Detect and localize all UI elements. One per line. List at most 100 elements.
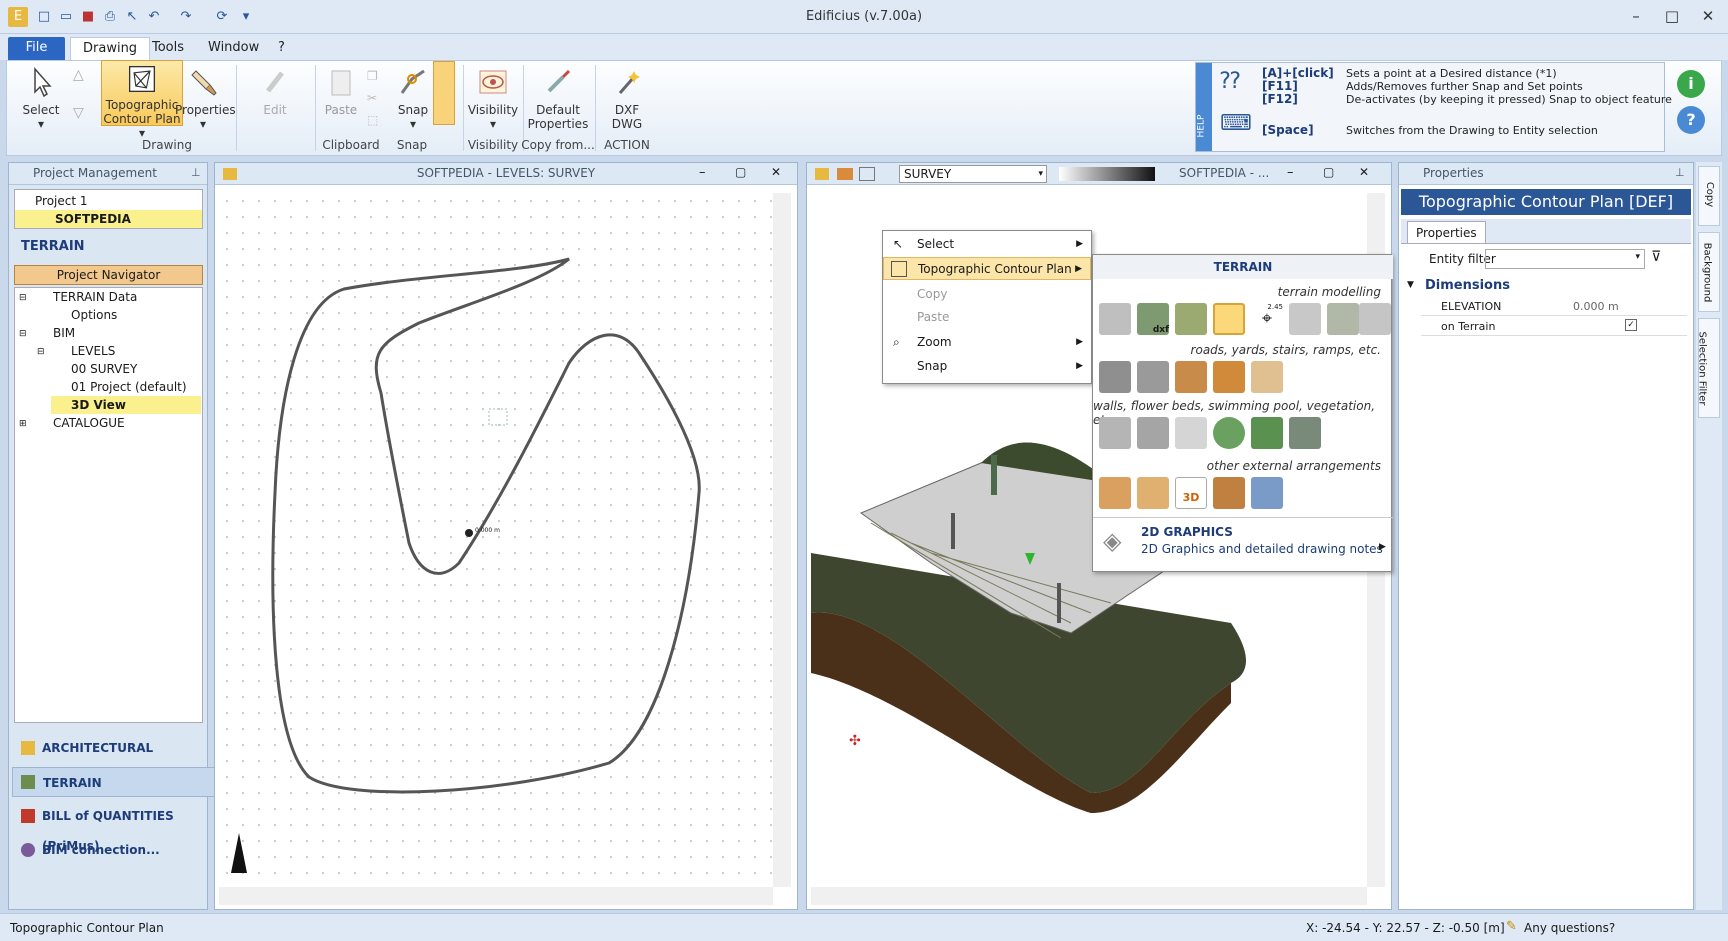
tree-3d-view[interactable]: 3D View xyxy=(51,396,201,414)
tree-options[interactable]: Options xyxy=(71,306,117,324)
view3d-minimize-button[interactable]: – xyxy=(1287,165,1294,180)
visibility-button[interactable]: Visibility ▾ xyxy=(465,65,521,131)
menu-item-topo[interactable]: Topographic Contour Plan ▶ xyxy=(883,257,1091,280)
view3d-maximize-button[interactable]: ▢ xyxy=(1323,165,1334,179)
topographic-contour-plan-button[interactable]: Topographic Contour Plan ▾ xyxy=(101,60,183,140)
tab-window[interactable]: Window xyxy=(196,37,271,60)
tab-file[interactable]: File xyxy=(8,37,65,60)
tab-tools[interactable]: Tools xyxy=(140,37,196,60)
graphics-2d-title[interactable]: 2D GRAPHICS xyxy=(1141,525,1233,539)
on-terrain-checkbox[interactable]: ✓ xyxy=(1625,319,1637,331)
properties-button[interactable]: Properties ▾ xyxy=(175,65,236,135)
edit-button[interactable]: Edit xyxy=(253,65,297,117)
view-minimize-button[interactable]: – xyxy=(699,165,706,180)
menu-item-zoom[interactable]: Zoom ▶ xyxy=(883,331,1091,354)
side-tab-background[interactable]: Background xyxy=(1698,232,1720,312)
up-arrow-icon[interactable]: △ xyxy=(73,67,84,83)
expand-icon[interactable]: ⊟ xyxy=(19,325,27,343)
view-close-button[interactable]: ✕ xyxy=(771,165,781,179)
horizontal-scrollbar-3d[interactable] xyxy=(811,887,1367,905)
terrain-tool-8[interactable] xyxy=(1359,303,1391,335)
default-properties-button[interactable]: Default Properties xyxy=(525,65,591,131)
tree-level-survey[interactable]: 00 SURVEY xyxy=(71,360,137,378)
collapse-icon[interactable]: ▼ xyxy=(1407,280,1414,290)
help-tab[interactable]: HELP xyxy=(1196,63,1212,151)
project-item-1[interactable]: Project 1 xyxy=(35,192,88,210)
properties-tab[interactable]: Properties xyxy=(1407,221,1486,243)
ramp-tool[interactable] xyxy=(1213,361,1245,393)
graphics-2d-desc[interactable]: 2D Graphics and detailed drawing notes xyxy=(1141,542,1383,556)
gate-tool[interactable] xyxy=(1137,477,1169,509)
water-tool[interactable] xyxy=(1251,477,1283,509)
tree-level-project[interactable]: 01 Project (default) xyxy=(71,378,187,396)
maximize-button[interactable]: □ xyxy=(1656,4,1688,28)
drawing-canvas-2d[interactable]: 0.000 m xyxy=(219,193,773,887)
terrain-tool-point[interactable]: ⌖ 2.45 xyxy=(1251,303,1283,335)
stairs-tool[interactable] xyxy=(1175,361,1207,393)
snap-button[interactable]: Snap ▾ xyxy=(391,65,435,131)
terrain-tool-6[interactable] xyxy=(1289,303,1321,335)
render-icon[interactable] xyxy=(837,168,853,180)
expand-icon[interactable]: ⊟ xyxy=(37,343,45,361)
vertical-scrollbar-2d[interactable] xyxy=(773,193,791,887)
vegetation-tool[interactable] xyxy=(1251,417,1283,449)
project-navigator-button[interactable]: Project Navigator xyxy=(14,265,203,285)
close-button[interactable]: ✕ xyxy=(1692,4,1724,28)
nav-terrain[interactable]: TERRAIN xyxy=(12,767,215,797)
tree-terrain-data[interactable]: TERRAIN Data xyxy=(53,288,137,306)
yard-tool[interactable] xyxy=(1137,361,1169,393)
view-maximize-button[interactable]: ▢ xyxy=(735,165,746,179)
pin-icon[interactable]: ⊥ xyxy=(1675,166,1685,179)
select-button[interactable]: Select ▾ xyxy=(13,65,69,135)
menu-item-copy[interactable]: Copy xyxy=(883,283,1091,306)
side-tab-copy[interactable]: Copy xyxy=(1698,166,1720,226)
any-questions-link[interactable]: Any questions? xyxy=(1524,921,1615,935)
object-3d-tool[interactable]: 3D xyxy=(1175,477,1207,509)
project-item-softpedia[interactable]: SOFTPEDIA xyxy=(15,210,202,228)
tab-help[interactable]: ? xyxy=(266,37,297,60)
nav-bill-of-quantities[interactable]: BILL of QUANTITIES (PriMus) xyxy=(12,801,215,853)
dxf-dwg-button[interactable]: DXF DWG xyxy=(599,65,655,131)
tree-bim[interactable]: BIM xyxy=(53,324,75,342)
terrain-tool-dxf[interactable]: dxf xyxy=(1137,303,1169,335)
expand-icon[interactable]: ⊞ xyxy=(19,415,27,433)
terrain-tool-1[interactable] xyxy=(1099,303,1131,335)
pool-tool[interactable] xyxy=(1175,417,1207,449)
view3d-close-button[interactable]: ✕ xyxy=(1359,165,1369,179)
menu-item-paste[interactable]: Paste xyxy=(883,306,1091,329)
level-select[interactable]: SURVEY ▾ xyxy=(899,165,1047,183)
fence-tool[interactable] xyxy=(1099,477,1131,509)
terrain-tool-contours[interactable] xyxy=(1175,303,1207,335)
paste-button[interactable]: Paste xyxy=(319,65,363,117)
terrain-tool-topo[interactable] xyxy=(1213,303,1245,335)
minimize-button[interactable]: – xyxy=(1620,4,1652,28)
tree-tool[interactable] xyxy=(1213,417,1245,449)
tree-catalogue[interactable]: CATALOGUE xyxy=(53,414,125,432)
flowerbed-tool[interactable] xyxy=(1137,417,1169,449)
road-tool[interactable] xyxy=(1099,361,1131,393)
horizontal-scrollbar-2d[interactable] xyxy=(219,887,773,905)
wall-tool[interactable] xyxy=(1099,417,1131,449)
tree-levels[interactable]: LEVELS xyxy=(71,342,115,360)
clipboard-small-icons[interactable]: ❐ ✂ ⬚ xyxy=(367,65,378,131)
staircase-tool[interactable] xyxy=(1251,361,1283,393)
expand-icon[interactable]: ⊟ xyxy=(19,289,27,307)
gradient-slider[interactable] xyxy=(1059,167,1155,181)
snap-toggles[interactable] xyxy=(433,61,455,125)
terrain-tool-7[interactable] xyxy=(1327,303,1359,335)
nav-bim-connection[interactable]: BIM connection... xyxy=(12,835,215,865)
nav-architectural[interactable]: ARCHITECTURAL xyxy=(12,733,215,763)
info-icon[interactable]: i xyxy=(1677,70,1705,98)
side-tab-selection-filter[interactable]: Selection Filter xyxy=(1697,318,1720,418)
hedge-tool[interactable] xyxy=(1289,417,1321,449)
question-icon[interactable]: ? xyxy=(1677,106,1705,134)
menu-item-snap[interactable]: Snap ▶ xyxy=(883,355,1091,378)
elevation-value[interactable]: 0.000 m xyxy=(1573,300,1619,313)
down-arrow-icon[interactable]: ▽ xyxy=(73,105,84,121)
entity-filter-select[interactable]: ▾ xyxy=(1485,249,1645,269)
tab-drawing[interactable]: Drawing xyxy=(70,37,151,60)
menu-item-select[interactable]: Select ▶ xyxy=(883,233,1091,256)
filter-icon[interactable]: ⊽ xyxy=(1651,249,1661,265)
camera-icon[interactable] xyxy=(859,167,875,181)
pin-icon[interactable]: ⊥ xyxy=(191,166,201,179)
